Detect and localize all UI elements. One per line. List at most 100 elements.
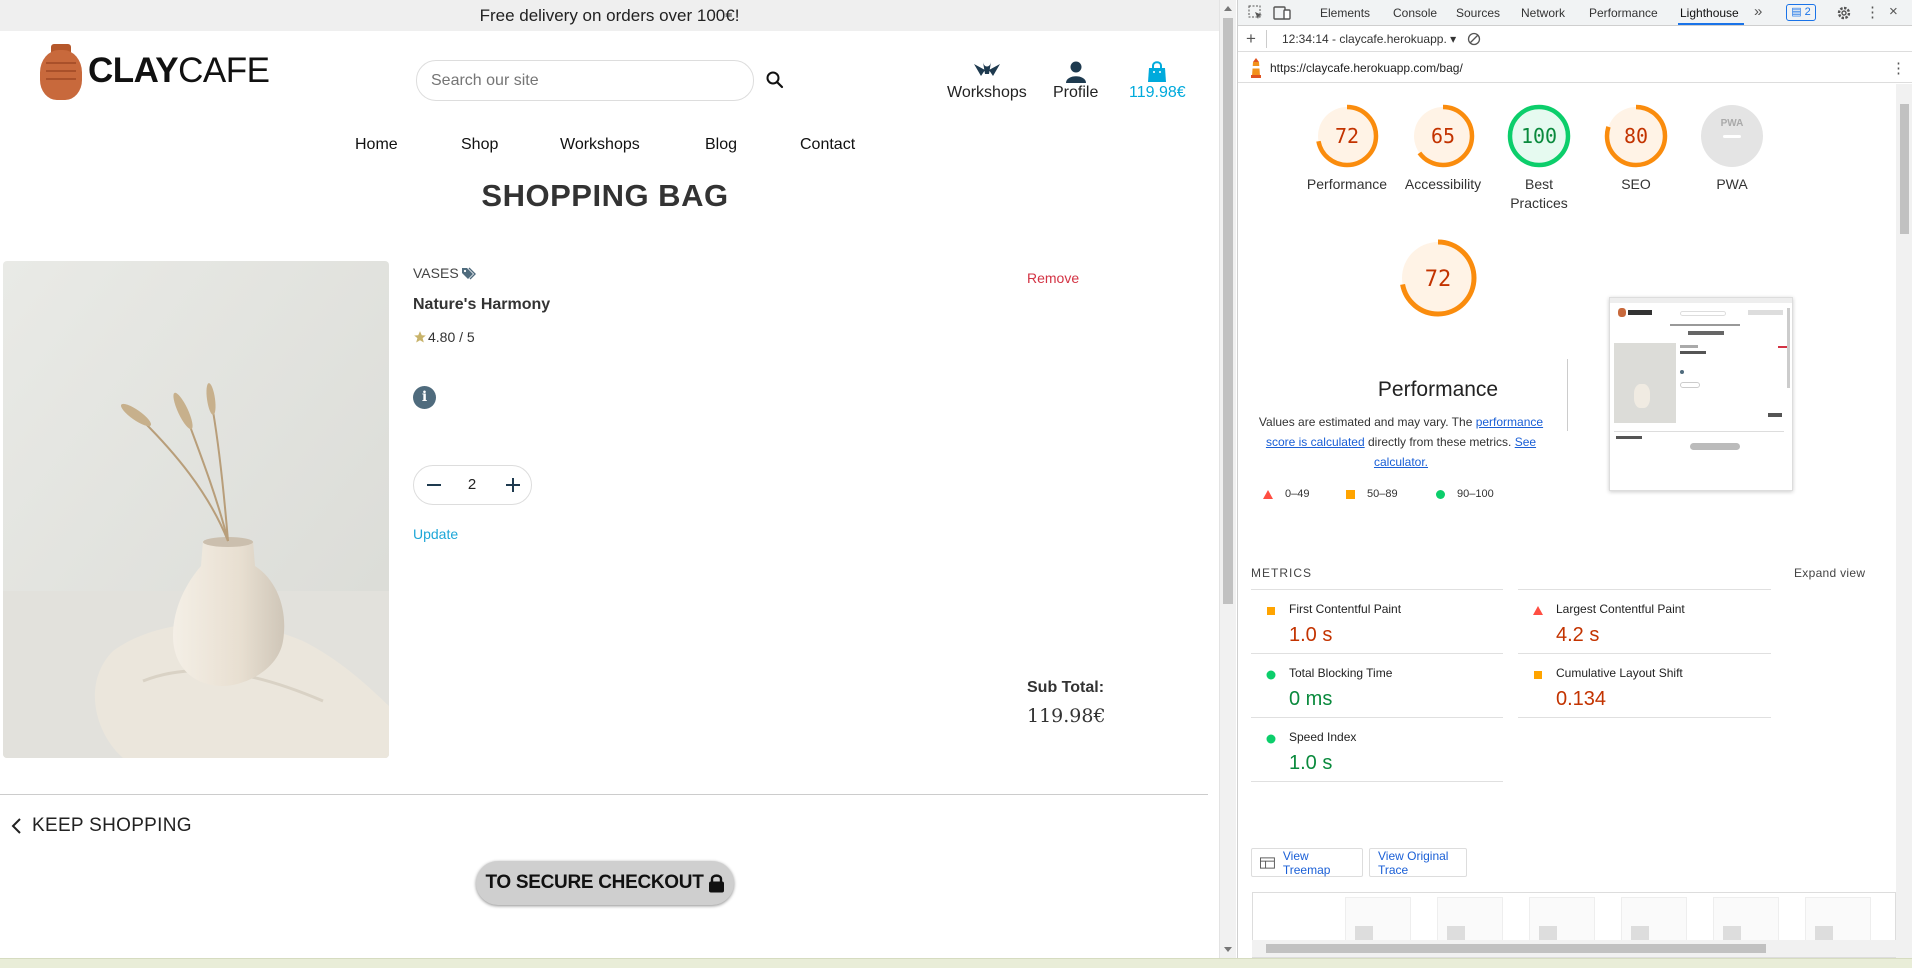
logo-text: CLAYCAFE xyxy=(88,51,270,90)
subtotal-label: Sub Total: xyxy=(1027,679,1105,696)
gauge-best-practices[interactable]: 100 Best Practices xyxy=(1489,104,1589,213)
circle-icon xyxy=(1436,489,1445,499)
metric-label: First Contentful Paint xyxy=(1289,602,1402,616)
site-logo[interactable]: CLAYCAFE xyxy=(38,40,270,102)
performance-description: Values are estimated and may vary. The p… xyxy=(1258,415,1544,469)
expand-view-toggle[interactable]: Expand view xyxy=(1794,566,1865,580)
pass-indicator-icon xyxy=(1266,670,1276,680)
keep-shopping-button[interactable]: KEEP SHOPPING xyxy=(10,815,192,837)
lighthouse-report: 72 Performance Values are estimated and … xyxy=(1238,84,1896,958)
performance-title: Performance xyxy=(1377,378,1499,401)
nav-workshops[interactable]: Workshops xyxy=(560,136,640,154)
active-tab-indicator xyxy=(1678,23,1744,25)
nav-contact[interactable]: Contact xyxy=(800,136,855,154)
metrics-heading: METRICS xyxy=(1251,566,1312,580)
performance-big-gauge: 72 xyxy=(1358,239,1518,318)
kebab-menu-icon[interactable]: ⋮ xyxy=(1865,3,1880,21)
tab-sources[interactable]: Sources xyxy=(1456,6,1500,20)
view-original-trace-button[interactable]: View Original Trace xyxy=(1369,848,1467,877)
workshops-link[interactable]: Workshops xyxy=(947,54,1027,102)
subtotal-value: 119.98€ xyxy=(1027,705,1106,727)
quantity-value[interactable]: 2 xyxy=(454,476,490,493)
profile-label: Profile xyxy=(1053,84,1099,101)
gauge-pwa[interactable]: PWA PWA xyxy=(1682,104,1782,194)
report-url: https://claycafe.herokuapp.com/bag/ xyxy=(1270,61,1463,75)
final-screenshot-thumbnail[interactable] xyxy=(1609,297,1793,491)
triangle-icon xyxy=(1263,489,1273,499)
issues-badge[interactable]: ▤ 2 xyxy=(1786,4,1816,21)
tab-lighthouse[interactable]: Lighthouse xyxy=(1680,6,1739,20)
gauge-score-text: 72 xyxy=(1335,124,1359,148)
metrics-bottom-divider xyxy=(1251,781,1503,782)
profile-link[interactable]: Profile xyxy=(1053,54,1098,102)
pass-indicator-icon xyxy=(1266,734,1276,744)
nav-home[interactable]: Home xyxy=(355,136,398,154)
device-toolbar-icon[interactable] xyxy=(1273,5,1291,21)
gauge-score-text: 65 xyxy=(1431,124,1455,148)
new-report-icon[interactable]: + xyxy=(1246,29,1256,49)
screen: Free delivery on orders over 100€! CLAYC… xyxy=(0,0,1912,968)
product-category[interactable]: VASES xyxy=(413,265,478,281)
gauge-accessibility[interactable]: 65 Accessibility xyxy=(1393,104,1493,194)
tab-network[interactable]: Network xyxy=(1521,6,1565,20)
chevron-left-icon xyxy=(11,818,21,834)
clay-pot-logo-icon xyxy=(38,42,84,100)
treemap-icon xyxy=(1260,856,1275,869)
nav-blog[interactable]: Blog xyxy=(705,136,737,154)
gauge-performance[interactable]: 72 Performance xyxy=(1297,104,1397,194)
clear-icon[interactable] xyxy=(1467,32,1481,46)
increment-button[interactable] xyxy=(503,475,523,495)
tab-elements[interactable]: Elements xyxy=(1320,6,1370,20)
metric-label: Cumulative Layout Shift xyxy=(1556,666,1683,680)
tab-performance[interactable]: Performance xyxy=(1589,6,1658,20)
metrics-bottom-divider xyxy=(1518,717,1771,718)
report-selector[interactable]: 12:34:14 - claycafe.herokuapp. ▾ xyxy=(1282,32,1456,46)
separator xyxy=(1567,359,1568,431)
report-scrollbar[interactable] xyxy=(1896,84,1912,958)
search-icon[interactable] xyxy=(765,70,785,90)
score-ring: 65 xyxy=(1411,104,1475,168)
gauge-label: SEO xyxy=(1621,176,1651,192)
promo-banner: Free delivery on orders over 100€! xyxy=(0,0,1219,31)
product-image[interactable] xyxy=(3,261,389,758)
tab-console[interactable]: Console xyxy=(1393,6,1437,20)
score-ring: 72 xyxy=(1315,104,1379,168)
product-rating: 4.80 / 5 xyxy=(413,329,475,345)
user-icon xyxy=(1065,61,1086,83)
inspect-icon[interactable] xyxy=(1248,5,1264,21)
report-menu-icon[interactable]: ⋮ xyxy=(1891,59,1906,77)
divider xyxy=(0,794,1208,795)
gauge-score-text: 80 xyxy=(1624,124,1648,148)
filmstrip-scrollbar[interactable] xyxy=(1252,940,1896,957)
workshop-icon xyxy=(973,62,1000,76)
metric-speed-index: Speed Index 1.0 s xyxy=(1251,717,1503,795)
gear-icon[interactable] xyxy=(1836,5,1852,21)
nav-shop[interactable]: Shop xyxy=(461,136,498,154)
gauge-seo[interactable]: 80 SEO xyxy=(1586,104,1686,194)
website-scrollbar[interactable] xyxy=(1219,0,1236,958)
view-treemap-button[interactable]: View Treemap xyxy=(1251,848,1363,877)
metric-value: 1.0 s xyxy=(1289,752,1333,774)
quantity-stepper: 2 xyxy=(413,465,532,505)
info-icon[interactable]: i xyxy=(413,386,436,409)
website-viewport: Free delivery on orders over 100€! CLAYC… xyxy=(0,0,1219,968)
close-icon[interactable]: × xyxy=(1889,3,1898,20)
score-ring: PWA xyxy=(1701,105,1763,167)
gauge-score-text: 72 xyxy=(1425,267,1452,292)
bag-link[interactable]: 119.98€ xyxy=(1129,54,1186,102)
metric-value: 4.2 s xyxy=(1556,624,1600,646)
score-ring: 80 xyxy=(1604,104,1668,168)
gauge-label: Accessibility xyxy=(1404,176,1482,192)
update-link[interactable]: Update xyxy=(413,526,458,542)
secure-checkout-button[interactable]: TO SECURE CHECKOUT xyxy=(476,861,734,905)
gauge-score-text: 100 xyxy=(1521,124,1557,148)
legend-fail: 0–49 xyxy=(1263,488,1309,500)
remove-link[interactable]: Remove xyxy=(1027,270,1079,286)
bag-total: 119.98€ xyxy=(1129,84,1186,101)
pwa-badge-icon: PWA xyxy=(1721,118,1744,129)
decrement-button[interactable] xyxy=(424,475,444,495)
search-input[interactable] xyxy=(416,60,754,101)
metric-value: 1.0 s xyxy=(1289,624,1333,646)
more-tabs-icon[interactable]: » xyxy=(1754,3,1762,20)
legend-pass: 90–100 xyxy=(1436,488,1494,500)
